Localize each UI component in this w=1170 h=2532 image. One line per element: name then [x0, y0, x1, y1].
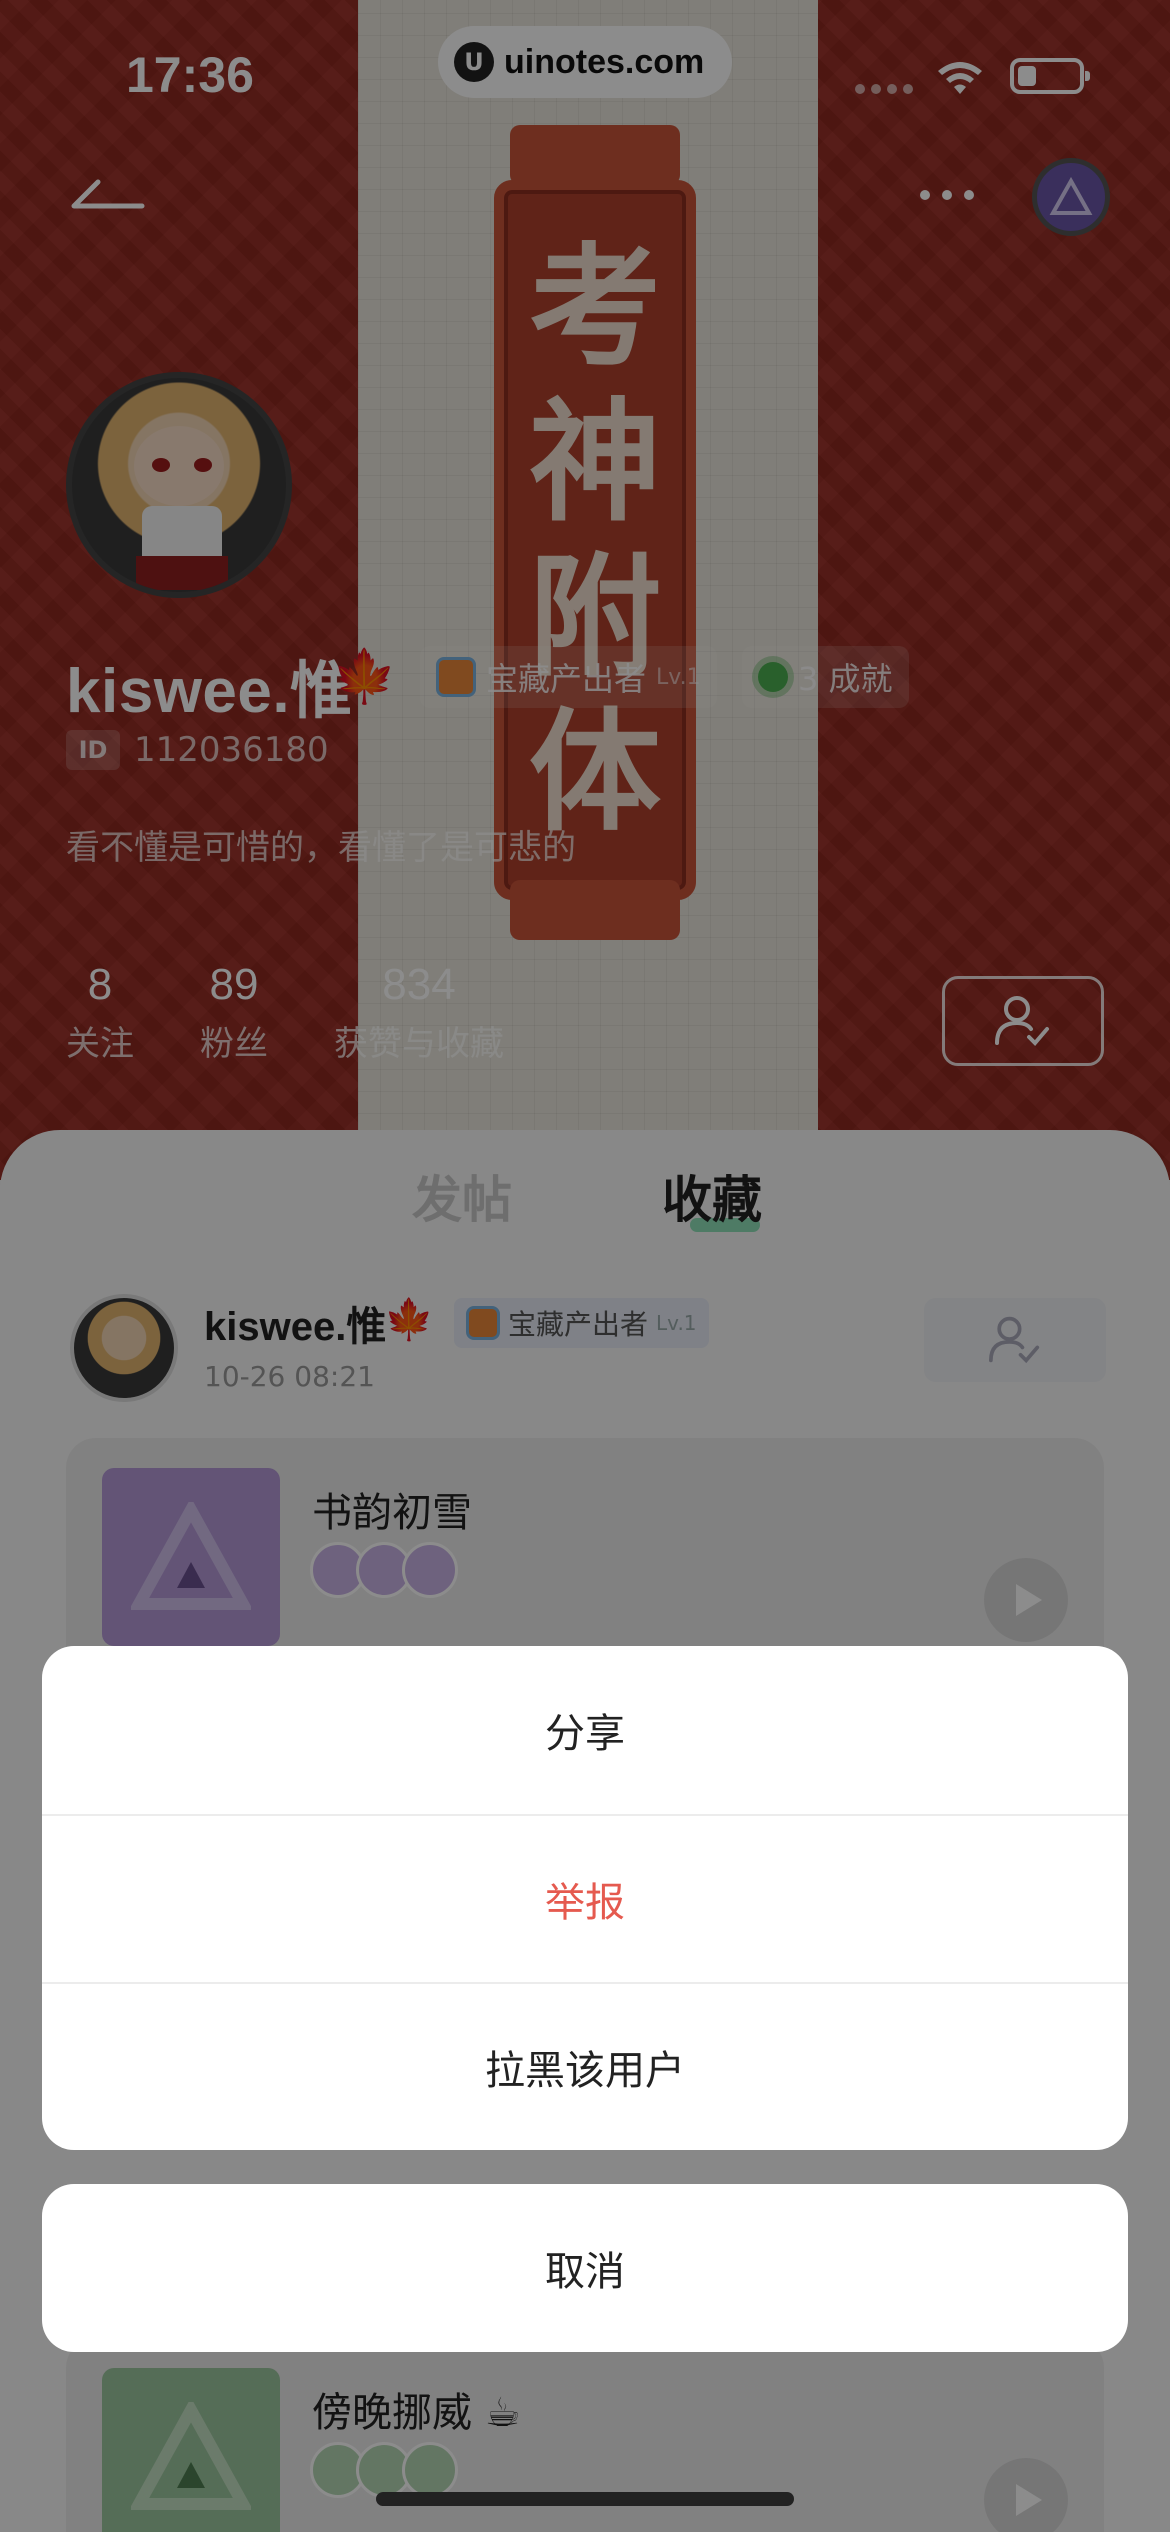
block-user-option[interactable]: 拉黑该用户 — [42, 1982, 1128, 2150]
cancel-button[interactable]: 取消 — [42, 2184, 1128, 2352]
share-option[interactable]: 分享 — [42, 1646, 1128, 1814]
action-sheet: 分享 举报 拉黑该用户 — [42, 1646, 1128, 2150]
cancel-sheet: 取消 — [42, 2184, 1128, 2352]
report-option[interactable]: 举报 — [42, 1814, 1128, 1982]
modal-overlay[interactable] — [0, 0, 1170, 2532]
home-indicator[interactable] — [376, 2492, 794, 2506]
